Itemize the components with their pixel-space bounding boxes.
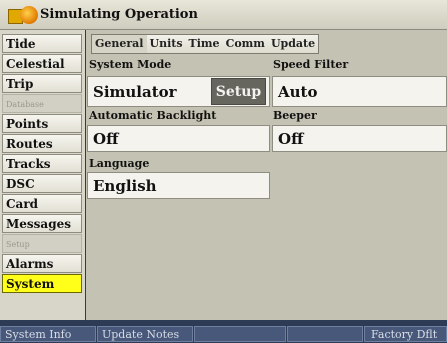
speed-filter-field[interactable]: Auto (272, 76, 447, 107)
sidebar-item-card[interactable]: Card (2, 194, 82, 213)
beeper-label: Beeper (273, 109, 317, 122)
softkey-bar: System Info Update Notes Factory Dflt (0, 320, 447, 342)
tab-general[interactable]: General (91, 34, 148, 54)
garmin-sun-flag-icon (6, 3, 44, 27)
sidebar-item-dsc[interactable]: DSC (2, 174, 82, 193)
automatic-backlight-label: Automatic Backlight (89, 109, 217, 122)
tab-comm[interactable]: Comm (222, 34, 269, 54)
sidebar-section-setup: Setup (2, 234, 82, 253)
speed-filter-label: Speed Filter (273, 58, 349, 71)
sidebar-item-alarms[interactable]: Alarms (2, 254, 82, 273)
system-info-button[interactable]: System Info (0, 326, 96, 342)
tab-time[interactable]: Time (185, 34, 224, 54)
sidebar-item-routes[interactable]: Routes (2, 134, 82, 153)
beeper-field[interactable]: Off (272, 125, 447, 152)
page-title: Simulating Operation (40, 7, 198, 22)
sidebar-item-points[interactable]: Points (2, 114, 82, 133)
setup-button[interactable]: Setup (211, 78, 266, 105)
automatic-backlight-field[interactable]: Off (87, 125, 270, 152)
title-bar: Simulating Operation (0, 0, 447, 30)
sidebar-item-tide[interactable]: Tide (2, 34, 82, 53)
tab-bar: General Units Time Comm Update (91, 34, 320, 54)
sidebar-item-celestial[interactable]: Celestial (2, 54, 82, 73)
sidebar-item-system[interactable]: System (2, 274, 82, 293)
settings-panel: General Units Time Comm Update System Mo… (86, 30, 447, 320)
sidebar-section-database: Database (2, 94, 82, 113)
language-field[interactable]: English (87, 172, 270, 199)
sidebar: Tide Celestial Trip Database Points Rout… (0, 30, 85, 320)
sidebar-item-messages[interactable]: Messages (2, 214, 82, 233)
update-notes-button[interactable]: Update Notes (97, 326, 193, 342)
system-mode-label: System Mode (89, 58, 172, 71)
empty-softkey-4[interactable] (287, 326, 363, 342)
factory-default-button[interactable]: Factory Dflt (364, 326, 447, 342)
empty-softkey-3[interactable] (194, 326, 286, 342)
tab-units[interactable]: Units (146, 34, 187, 54)
sidebar-item-tracks[interactable]: Tracks (2, 154, 82, 173)
tab-update[interactable]: Update (267, 34, 320, 54)
sidebar-item-trip[interactable]: Trip (2, 74, 82, 93)
language-label: Language (89, 157, 150, 170)
